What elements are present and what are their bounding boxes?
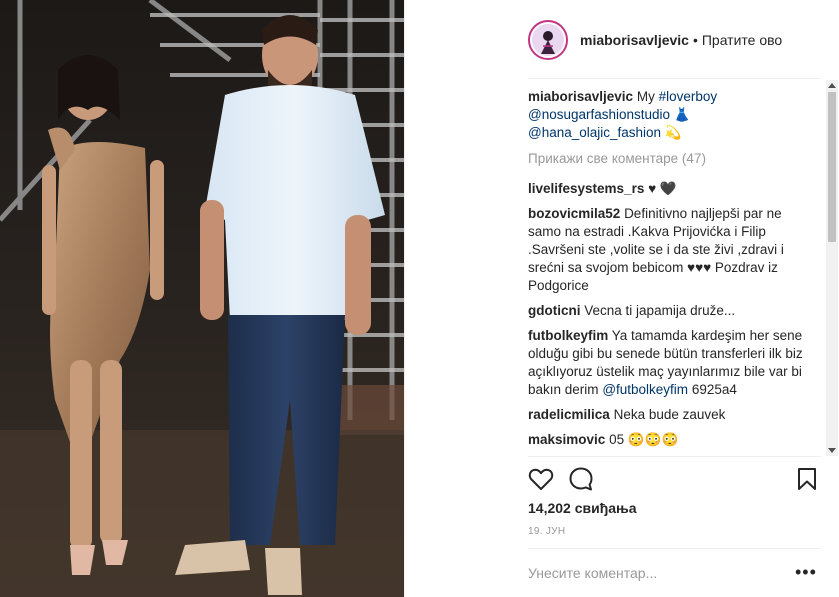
add-comment-input[interactable]: Унесите коментар... [528,565,657,581]
comment-text: ♥ 🖤 [648,181,677,196]
comment-icon[interactable] [568,466,594,492]
follow-button[interactable]: Пратите ово [702,32,782,48]
comment-item: futbolkeyfim Ya tamamda kardeşim her sen… [528,327,818,399]
post-image [0,0,404,597]
header-username[interactable]: miaborisavljevic [580,32,689,48]
header-separator: • [692,31,698,48]
comment-text: Vecna ti japamija druže... [584,303,736,318]
comment-item: livelifesystems_rs ♥ 🖤 [528,180,818,198]
actions-divider [528,456,821,457]
likes-count[interactable]: 14,202 свиђања [528,500,637,516]
comment-mention[interactable]: @futbolkeyfim [602,382,688,397]
scroll-up-icon[interactable] [828,83,836,88]
comment-item: maksimovic 05 😳😳😳 [528,431,818,449]
sparkle-emoji-icon: 💫 [664,125,682,140]
comment-box-divider [528,548,821,549]
caption-username[interactable]: miaborisavljevic [528,89,633,104]
post-date[interactable]: 19. ЈУН [528,526,565,537]
comment-username[interactable]: maksimovic [528,432,605,447]
scroll-down-icon[interactable] [828,448,836,453]
comment-username[interactable]: livelifesystems_rs [528,181,644,196]
view-all-comments-link[interactable]: Прикажи све коментаре (47) [528,150,818,168]
dress-emoji-icon: 👗 [673,107,691,122]
bookmark-icon[interactable] [794,466,820,492]
comment-text: Neka bude zauvek [613,407,726,422]
comment-item: radelicmilica Neka bude zauvek [528,406,818,424]
avatar[interactable] [528,19,568,60]
scrollbar-thumb[interactable] [828,92,836,242]
comments-scrollbar[interactable] [826,80,838,456]
post-photo[interactable] [0,0,404,597]
more-options-icon[interactable]: ••• [795,562,817,583]
post-details-panel: miaborisavljevic • Пратите ово miaborisa… [404,0,839,597]
caption-mention-2[interactable]: @hana_olajic_fashion [528,125,661,140]
caption-text: My [636,89,655,104]
comment-text-tail: 6925a4 [691,382,737,397]
avatar-image [532,23,564,56]
comment-item: gdoticni Vecna ti japamija druže... [528,302,818,320]
comment-username[interactable]: futbolkeyfim [528,328,608,343]
comments-list: miaborisavljevic My #loverboy @nosugarfa… [528,88,818,454]
header-divider [528,78,821,79]
comment-text: 05 😳😳😳 [609,432,679,447]
comment-username[interactable]: gdoticni [528,303,581,318]
post-header: miaborisavljevic • Пратите ово [405,0,839,79]
comment-username[interactable]: bozovicmila52 [528,206,620,221]
heart-icon[interactable] [528,466,554,492]
caption-mention-1[interactable]: @nosugarfashionstudio [528,107,670,122]
comment-item: bozovicmila52 Definitivno najljepši par … [528,205,818,295]
comment-username[interactable]: radelicmilica [528,407,610,422]
caption-hashtag[interactable]: #loverboy [659,89,718,104]
caption: miaborisavljevic My #loverboy @nosugarfa… [528,88,818,142]
post-actions [528,462,823,498]
